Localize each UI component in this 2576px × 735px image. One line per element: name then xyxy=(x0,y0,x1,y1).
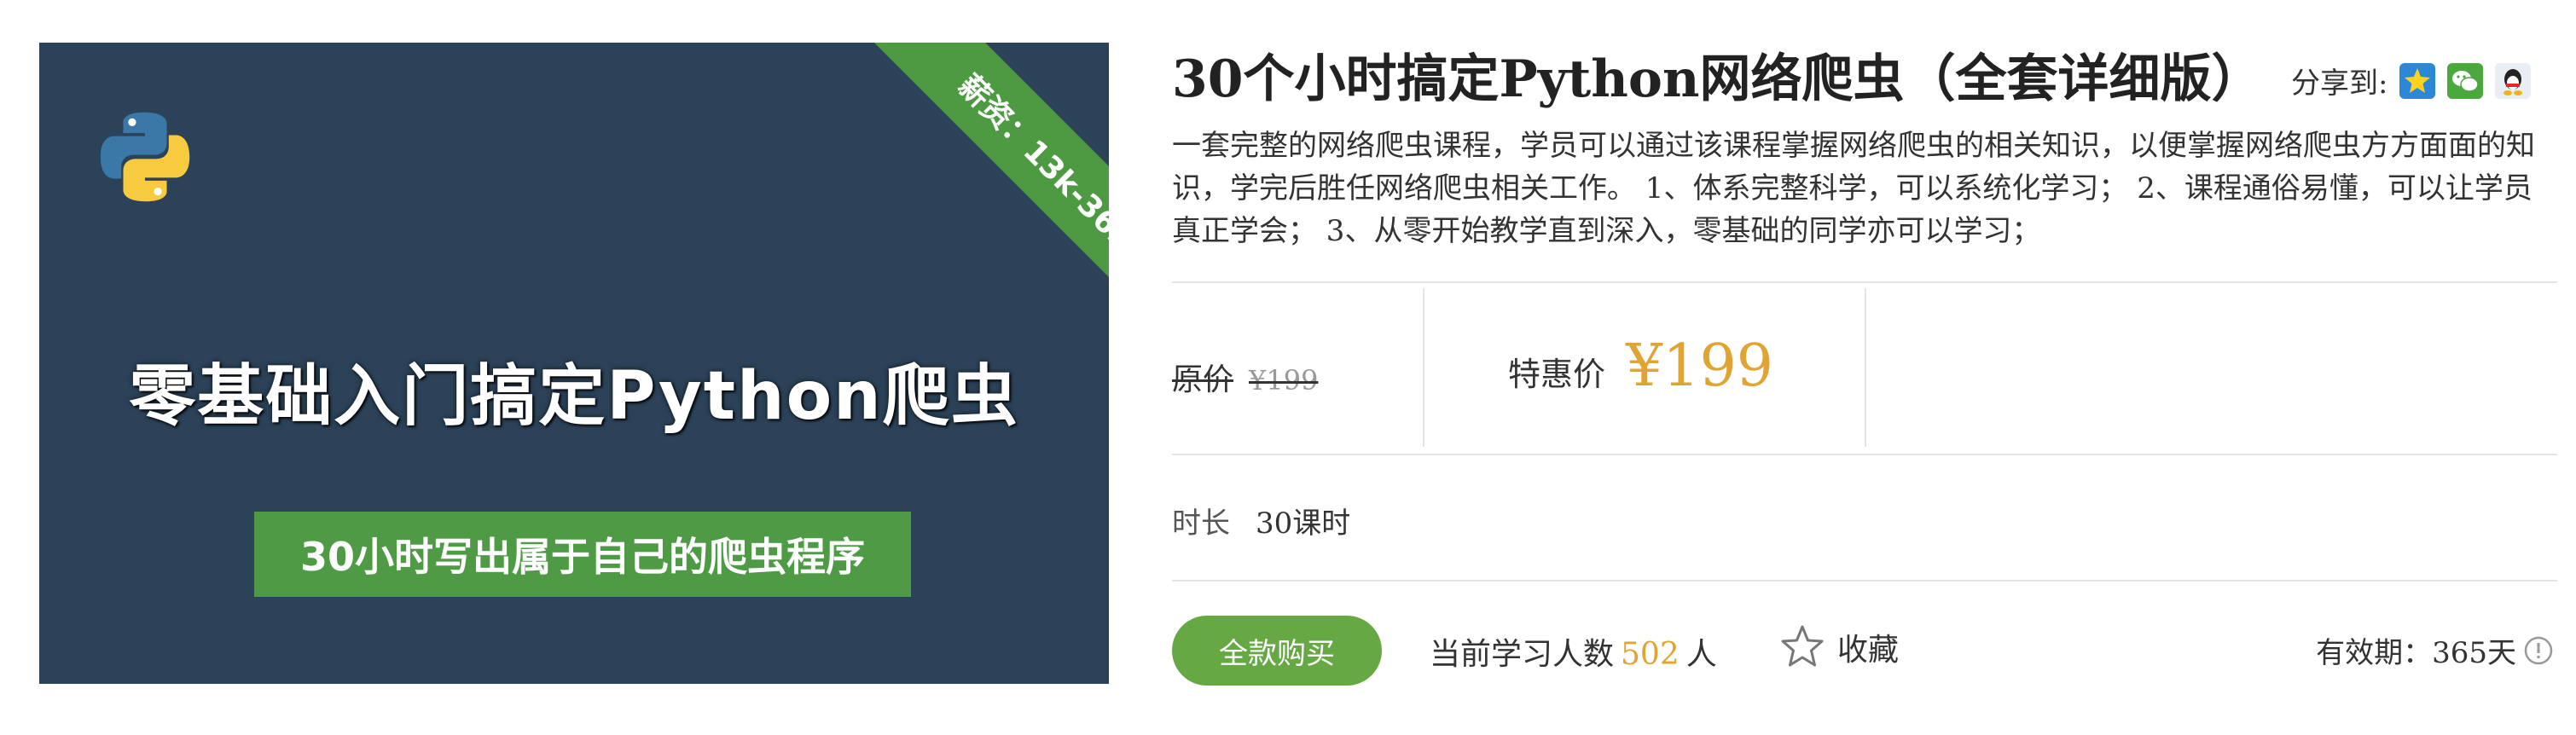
original-price-label: 原价 xyxy=(1172,362,1234,397)
learners-prefix: 当前学习人数 xyxy=(1430,637,1615,672)
divider xyxy=(1423,288,1424,447)
special-price-value: ¥199 xyxy=(1626,333,1774,400)
course-title: 30个小时搞定Python网络爬虫（全套详细版） xyxy=(1172,49,2263,109)
course-duration: 时长 30课时 xyxy=(1172,500,1350,541)
share-bar: 分享到: xyxy=(2291,60,2543,101)
favorite-label: 收藏 xyxy=(1837,633,1900,668)
divider xyxy=(1172,281,2557,283)
course-info: 30个小时搞定Python网络爬虫（全套详细版） 分享到: 一套完整的网络爬虫课… xyxy=(1172,0,2557,735)
salary-ribbon-text: 薪资：13k-36k xyxy=(850,43,1109,357)
qzone-icon[interactable] xyxy=(2399,62,2436,99)
salary-ribbon: 薪资：13k-36k xyxy=(785,43,1109,367)
qq-icon[interactable] xyxy=(2495,62,2532,99)
duration-label: 时长 xyxy=(1172,506,1230,541)
divider xyxy=(1865,288,1866,447)
validity-text: 有效期：365天 xyxy=(2316,636,2516,670)
divider xyxy=(1172,580,2557,582)
share-label: 分享到: xyxy=(2291,67,2388,101)
duration-value: 30课时 xyxy=(1256,506,1351,541)
banner-subtitle: 30小时写出属于自己的爬虫程序 xyxy=(254,512,911,597)
course-banner: 薪资：13k-36k 零基础入门搞定Python爬虫 30小时写出属于自己的爬虫… xyxy=(39,43,1109,684)
favorite-button[interactable]: 收藏 xyxy=(1778,622,1899,672)
course-description: 一套完整的网络爬虫课程，学员可以通过该课程掌握网络爬虫的相关知识，以便掌握网络爬… xyxy=(1172,129,2535,248)
special-price: 特惠价 ¥199 xyxy=(1508,333,1773,400)
course-detail-page: 薪资：13k-36k 零基础入门搞定Python爬虫 30小时写出属于自己的爬虫… xyxy=(0,0,2576,735)
original-price: 原价 ¥199 xyxy=(1172,355,1318,399)
learners-suffix: 人 xyxy=(1685,637,1717,672)
original-price-value: ¥199 xyxy=(1249,364,1319,396)
validity: 有效期：365天 xyxy=(2316,629,2554,671)
banner-title: 零基础入门搞定Python爬虫 xyxy=(129,358,1019,435)
learners-count: 502 xyxy=(1621,637,1680,672)
info-icon[interactable] xyxy=(2523,635,2554,666)
star-icon xyxy=(1781,625,1824,667)
special-price-label: 特惠价 xyxy=(1508,356,1606,393)
learner-count: 当前学习人数 502 人 xyxy=(1430,629,1717,674)
wechat-icon[interactable] xyxy=(2447,62,2484,99)
buy-full-button[interactable]: 全款购买 xyxy=(1172,616,1382,686)
python-logo-icon xyxy=(100,112,190,202)
divider xyxy=(1172,454,2557,455)
